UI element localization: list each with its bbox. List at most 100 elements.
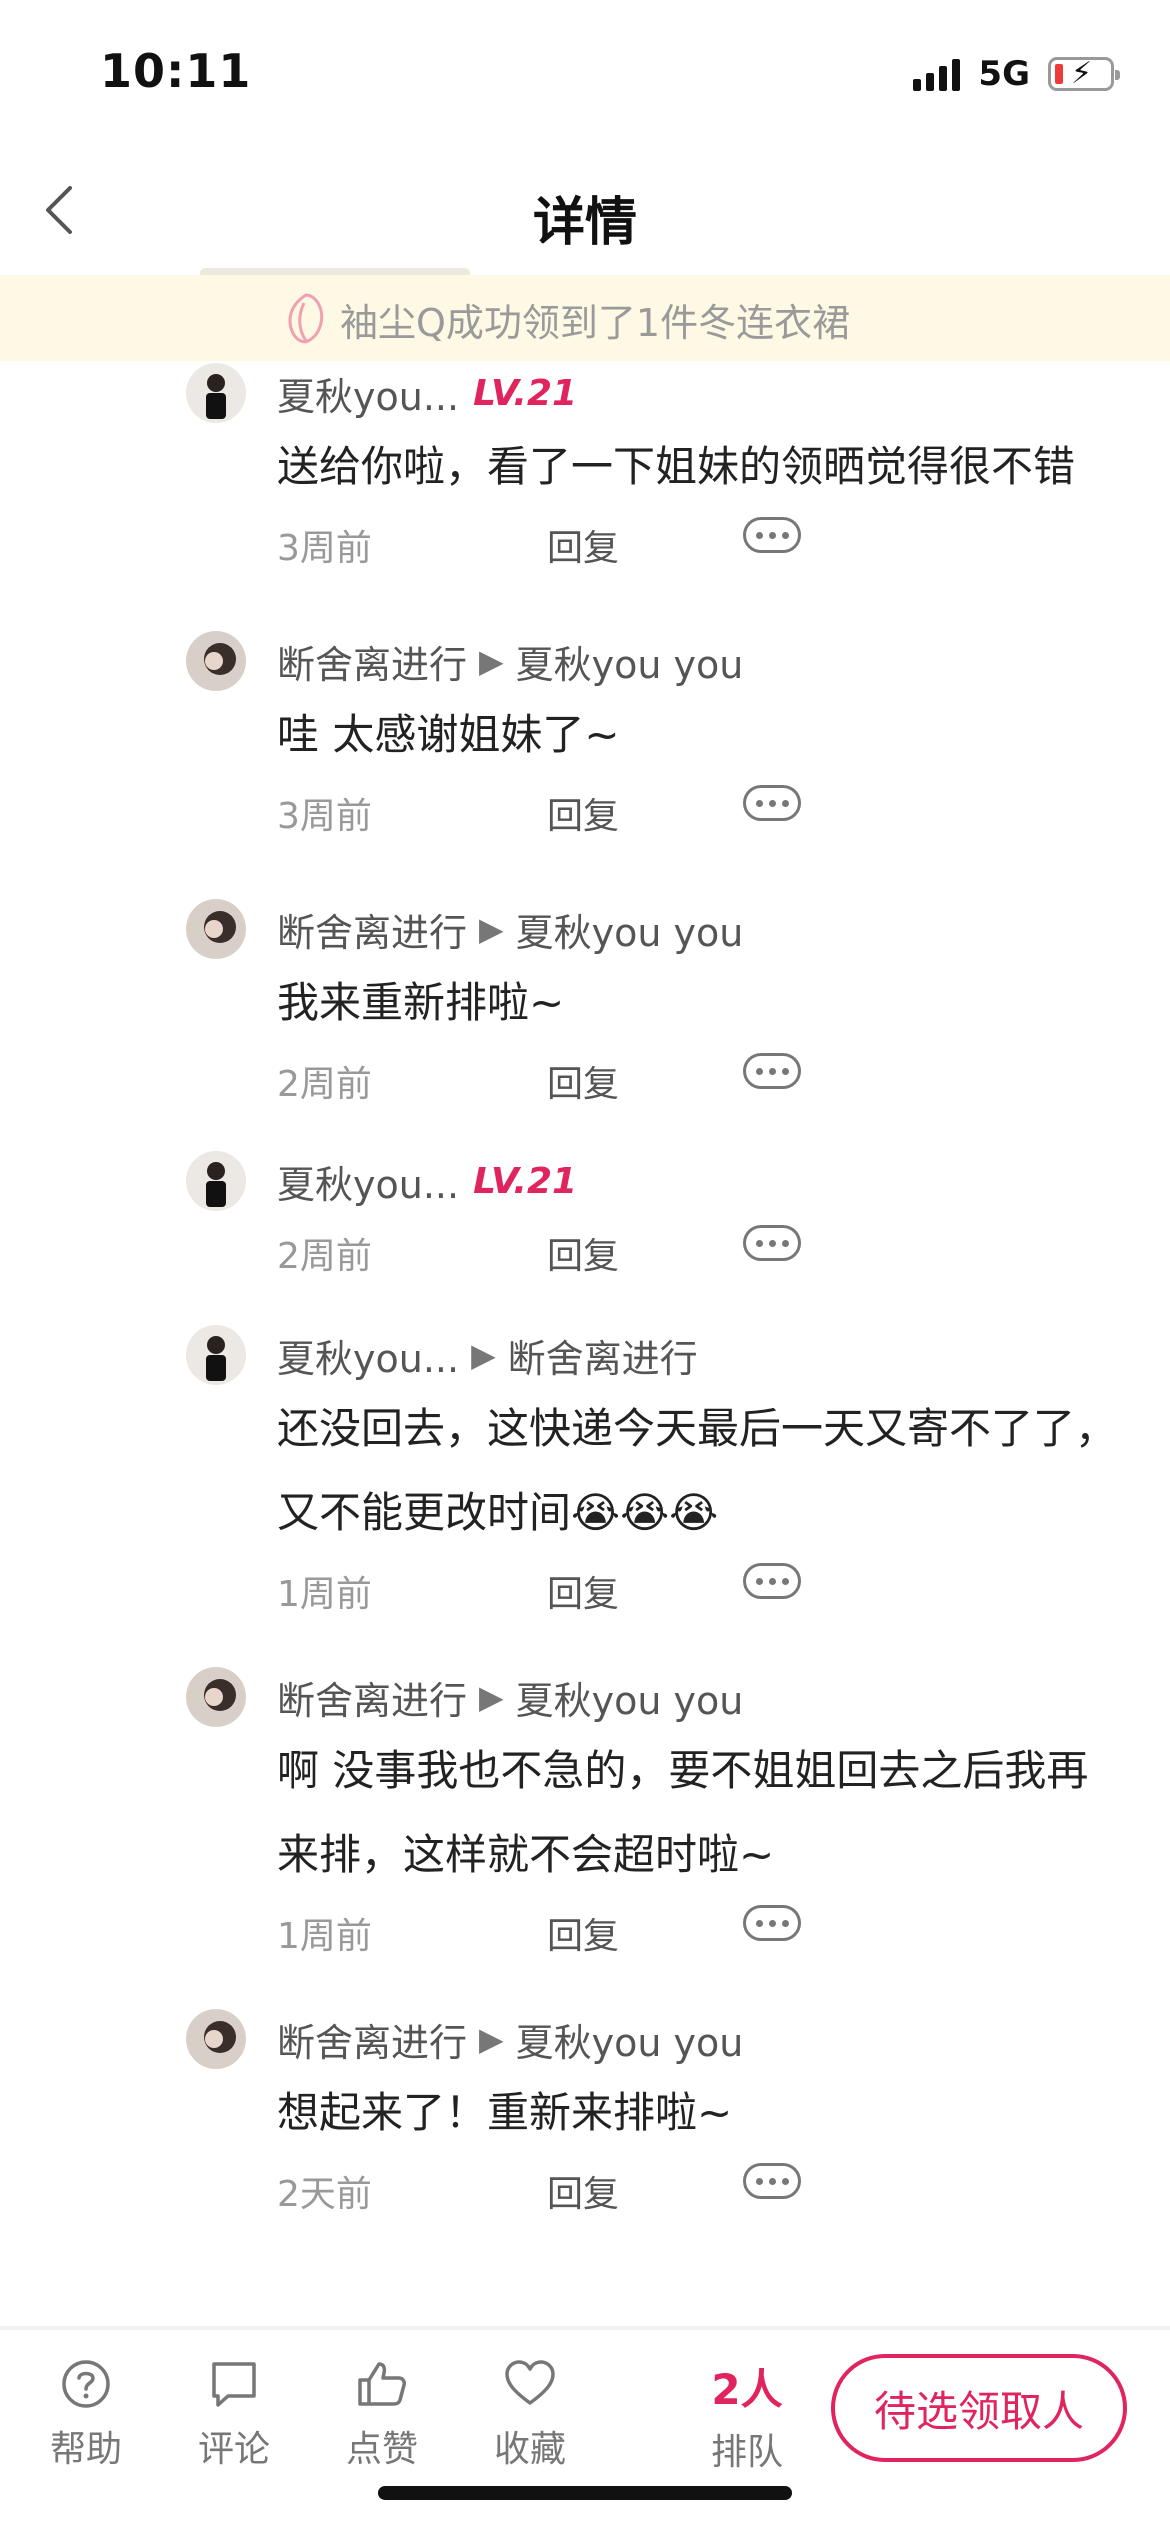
status-bar: 10:11 5G ⚡ (0, 0, 1170, 150)
comment-text: 还没回去，这快递今天最后一天又寄不了了，又不能更改时间😭😭😭 (277, 1404, 1118, 1537)
comment-icon (212, 2362, 256, 2407)
comment-header: 夏秋you... ▶ 断舍离进行 (277, 1323, 1130, 1387)
comment-meta: 2天前 回复 (277, 2155, 1130, 2223)
comment-meta: 1周前 回复 (277, 1555, 1130, 1623)
help-label: 帮助 (49, 2429, 122, 2470)
like-button[interactable]: 点赞 (332, 2356, 432, 2472)
avatar[interactable] (186, 1151, 246, 1211)
reply-arrow-icon: ▶ (479, 910, 504, 948)
avatar[interactable] (186, 2009, 246, 2069)
notice-text: 袖尘Q成功领到了1件冬连衣裙 (340, 300, 851, 345)
battery-icon: ⚡ (1048, 57, 1120, 91)
more-icon[interactable] (743, 1905, 801, 1941)
comment-author[interactable]: 夏秋you... (277, 1328, 459, 1383)
more-icon[interactable] (743, 1053, 801, 1089)
reply-target[interactable]: 夏秋you you (516, 1670, 744, 1725)
reply-button[interactable]: 回复 (547, 1227, 619, 1279)
reply-button[interactable]: 回复 (547, 1565, 619, 1617)
comment-time: 1周前 (277, 1574, 372, 1615)
comment-meta: 2周前 回复 (277, 1045, 1130, 1113)
comment-author[interactable]: 断舍离进行 (277, 1670, 467, 1725)
reply-button[interactable]: 回复 (547, 1055, 619, 1107)
more-icon[interactable] (743, 785, 801, 821)
comment-author[interactable]: 断舍离进行 (277, 902, 467, 957)
reply-target[interactable]: 夏秋you you (516, 902, 744, 957)
comment-header: 夏秋you... LV.21 (277, 1149, 1130, 1213)
favorite-label: 收藏 (493, 2429, 566, 2470)
comment-item: 断舍离进行 ▶ 夏秋you you 啊 没事我也不急的，要不姐姐回去之后我再来排… (0, 1665, 1170, 1965)
favorite-button[interactable]: 收藏 (480, 2356, 580, 2472)
reply-target[interactable]: 断舍离进行 (508, 1328, 698, 1383)
level-badge: LV.21 (473, 1160, 578, 1202)
comment-header: 断舍离进行 ▶ 夏秋you you (277, 2007, 1130, 2071)
help-button[interactable]: 帮助 (36, 2356, 136, 2472)
help-icon (62, 2360, 110, 2408)
bottom-toolbar: 帮助 评论 点赞 收藏 2人 排队 待选领取人 (0, 2330, 1170, 2532)
reply-arrow-icon: ▶ (479, 1678, 504, 1716)
comment-item: 夏秋you... LV.21 2周前 回复 (0, 1149, 1170, 1285)
notice-banner: 袖尘Q成功领到了1件冬连衣裙 (0, 275, 1170, 361)
comment-author[interactable]: 断舍离进行 (277, 634, 467, 689)
select-recipient-button[interactable]: 待选领取人 (831, 2354, 1127, 2462)
like-label: 点赞 (345, 2429, 418, 2470)
comment-meta: 3周前 回复 (277, 509, 1130, 577)
comment-text: 送给你啦，看了一下姐妹的领晒觉得很不错 (277, 442, 1076, 491)
comment-time: 2周前 (277, 1236, 372, 1277)
avatar[interactable] (186, 1325, 246, 1385)
signal-icon (913, 57, 961, 91)
reply-arrow-icon: ▶ (479, 2020, 504, 2058)
avatar[interactable] (186, 631, 246, 691)
comment-time: 2周前 (277, 1064, 372, 1105)
reply-button[interactable]: 回复 (547, 519, 619, 571)
reply-button[interactable]: 回复 (547, 787, 619, 839)
comment-author[interactable]: 断舍离进行 (277, 2012, 467, 2067)
level-badge: LV.21 (473, 372, 578, 414)
comment-button[interactable]: 评论 (184, 2356, 284, 2472)
more-icon[interactable] (743, 517, 801, 553)
reply-target[interactable]: 夏秋you you (516, 2012, 744, 2067)
home-indicator (378, 2486, 792, 2500)
more-icon[interactable] (743, 2163, 801, 2199)
avatar[interactable] (186, 363, 246, 423)
status-time: 10:11 (100, 44, 252, 98)
comment-header: 断舍离进行 ▶ 夏秋you you (277, 1665, 1130, 1729)
reply-target[interactable]: 夏秋you you (516, 634, 744, 689)
comment-author[interactable]: 夏秋you... (277, 1154, 459, 1209)
comment-label: 评论 (197, 2429, 270, 2470)
comment-author[interactable]: 夏秋you... (277, 366, 459, 421)
comment-text: 啊 没事我也不急的，要不姐姐回去之后我再来排，这样就不会超时啦~ (277, 1746, 1089, 1879)
comment-item: 夏秋you... LV.21 送给你啦，看了一下姐妹的领晒觉得很不错 3周前 回… (0, 361, 1170, 577)
reply-arrow-icon: ▶ (471, 1336, 496, 1374)
comment-item: 断舍离进行 ▶ 夏秋you you 想起来了！重新来排啦~ 2天前 回复 (0, 2007, 1170, 2223)
comment-time: 3周前 (277, 528, 372, 569)
comment-text: 想起来了！重新来排啦~ (277, 2088, 733, 2137)
comment-time: 3周前 (277, 796, 372, 837)
comment-meta: 3周前 回复 (277, 777, 1130, 845)
reply-arrow-icon: ▶ (479, 642, 504, 680)
nav-bar: 详情 (0, 150, 1170, 270)
petal-icon (280, 291, 332, 347)
comment-list: 夏秋you... LV.21 送给你啦，看了一下姐妹的领晒觉得很不错 3周前 回… (0, 361, 1170, 2223)
comment-item: 断舍离进行 ▶ 夏秋you you 哇 太感谢姐妹了~ 3周前 回复 (0, 629, 1170, 845)
status-icons: 5G ⚡ (913, 52, 1120, 96)
more-icon[interactable] (743, 1563, 801, 1599)
comment-text: 哇 太感谢姐妹了~ (277, 710, 620, 759)
comment-meta: 1周前 回复 (277, 1897, 1130, 1965)
comment-time: 2天前 (277, 2174, 372, 2215)
comment-header: 断舍离进行 ▶ 夏秋you you (277, 897, 1130, 961)
comment-header: 断舍离进行 ▶ 夏秋you you (277, 629, 1130, 693)
comment-header: 夏秋you... LV.21 (277, 361, 1130, 425)
comment-item: 断舍离进行 ▶ 夏秋you you 我来重新排啦~ 2周前 回复 (0, 897, 1170, 1113)
reply-button[interactable]: 回复 (547, 1907, 619, 1959)
comment-time: 1周前 (277, 1916, 372, 1957)
heart-icon (505, 2360, 555, 2405)
comment-text: 我来重新排啦~ (277, 978, 565, 1027)
queue-count: 2人 (711, 2365, 783, 2414)
more-icon[interactable] (743, 1225, 801, 1261)
reply-button[interactable]: 回复 (547, 2165, 619, 2217)
network-label: 5G (978, 54, 1030, 94)
queue-info[interactable]: 2人 排队 (692, 2356, 802, 2475)
queue-label: 排队 (710, 2432, 783, 2473)
avatar[interactable] (186, 1667, 246, 1727)
avatar[interactable] (186, 899, 246, 959)
